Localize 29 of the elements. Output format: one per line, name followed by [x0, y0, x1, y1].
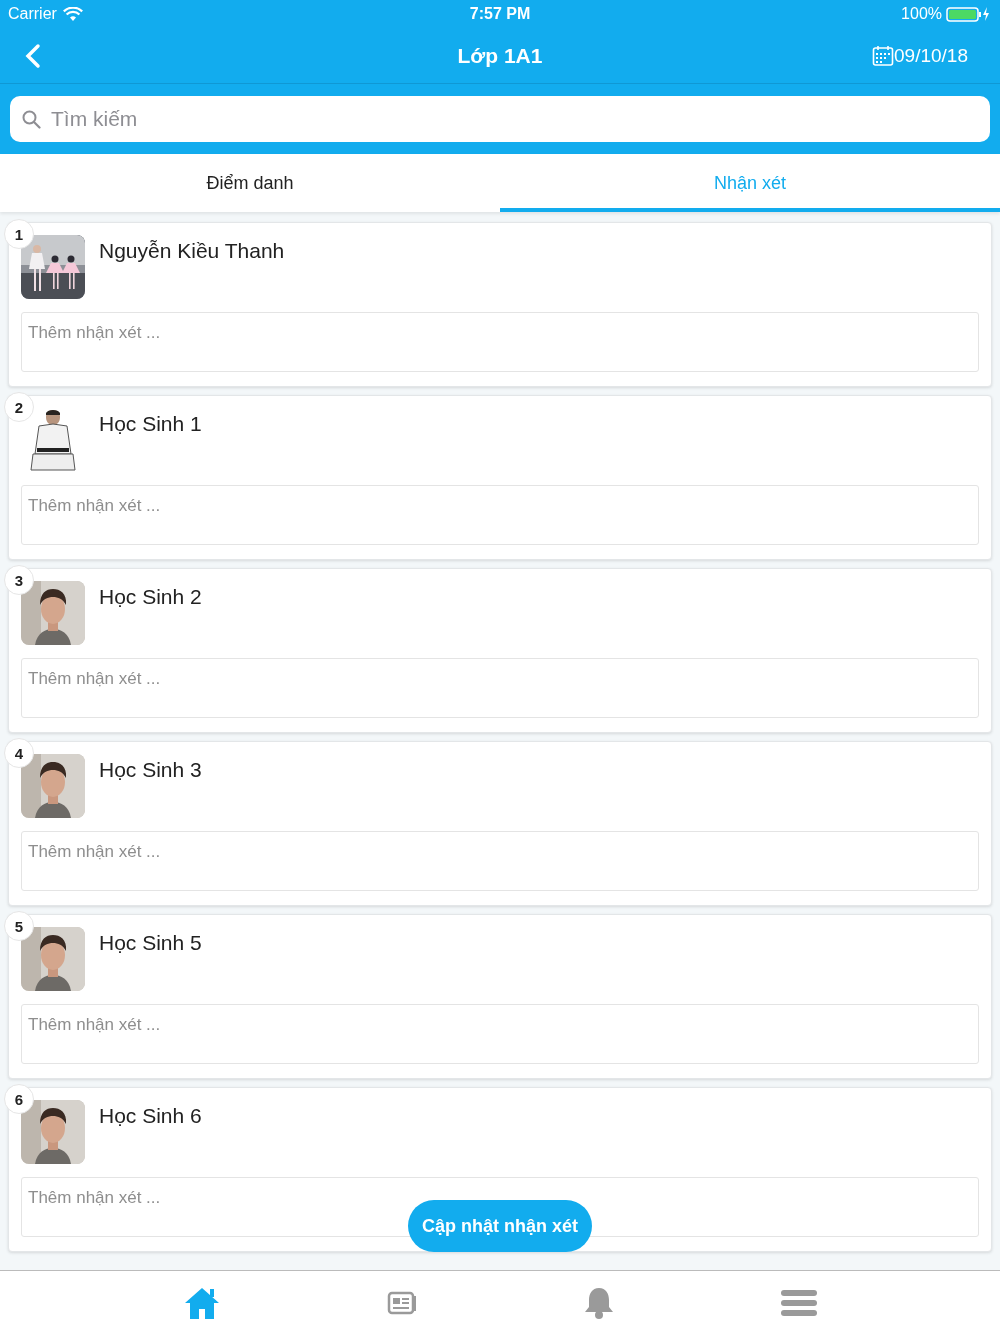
- number-badge: 4: [4, 738, 34, 768]
- wifi-icon: [62, 6, 83, 22]
- comment-field[interactable]: Thêm nhận xét ...: [21, 312, 979, 372]
- battery-icon: [946, 6, 992, 22]
- comment-field[interactable]: Thêm nhận xét ...: [21, 658, 979, 718]
- number-badge: 5: [4, 911, 34, 941]
- calendar-icon: [872, 44, 895, 67]
- comment-field[interactable]: Thêm nhận xét ...: [21, 485, 979, 545]
- comment-field[interactable]: Thêm nhận xét ...: [21, 1004, 979, 1064]
- date-label[interactable]: 09/10/18: [894, 44, 968, 67]
- tab[interactable]: Nhận xét: [500, 154, 1000, 212]
- comment-field[interactable]: Thêm nhận xét ...: [21, 831, 979, 891]
- student-name: Học Sinh 3: [99, 757, 202, 783]
- number-badge: 2: [4, 392, 34, 422]
- battery-percent: 100%: [901, 5, 942, 23]
- search-field[interactable]: Tìm kiếm: [10, 96, 990, 142]
- tab[interactable]: Điểm danh: [0, 154, 500, 212]
- update-comments-button[interactable]: Cập nhật nhận xét: [408, 1200, 592, 1252]
- status-time: 7:57 PM: [469, 5, 531, 23]
- student-name: Học Sinh 2: [99, 584, 202, 610]
- number-badge: 6: [4, 1084, 34, 1114]
- number-badge: 3: [4, 565, 34, 595]
- student-name: Học Sinh 5: [99, 930, 202, 956]
- page-title: Lớp 1A1: [457, 43, 543, 68]
- student-name: Học Sinh 1: [99, 411, 202, 437]
- carrier-label: Carrier: [8, 5, 57, 23]
- number-badge: 1: [4, 219, 34, 249]
- student-name: Nguyễn Kiều Thanh: [99, 238, 285, 264]
- student-name: Học Sinh 6: [99, 1103, 202, 1129]
